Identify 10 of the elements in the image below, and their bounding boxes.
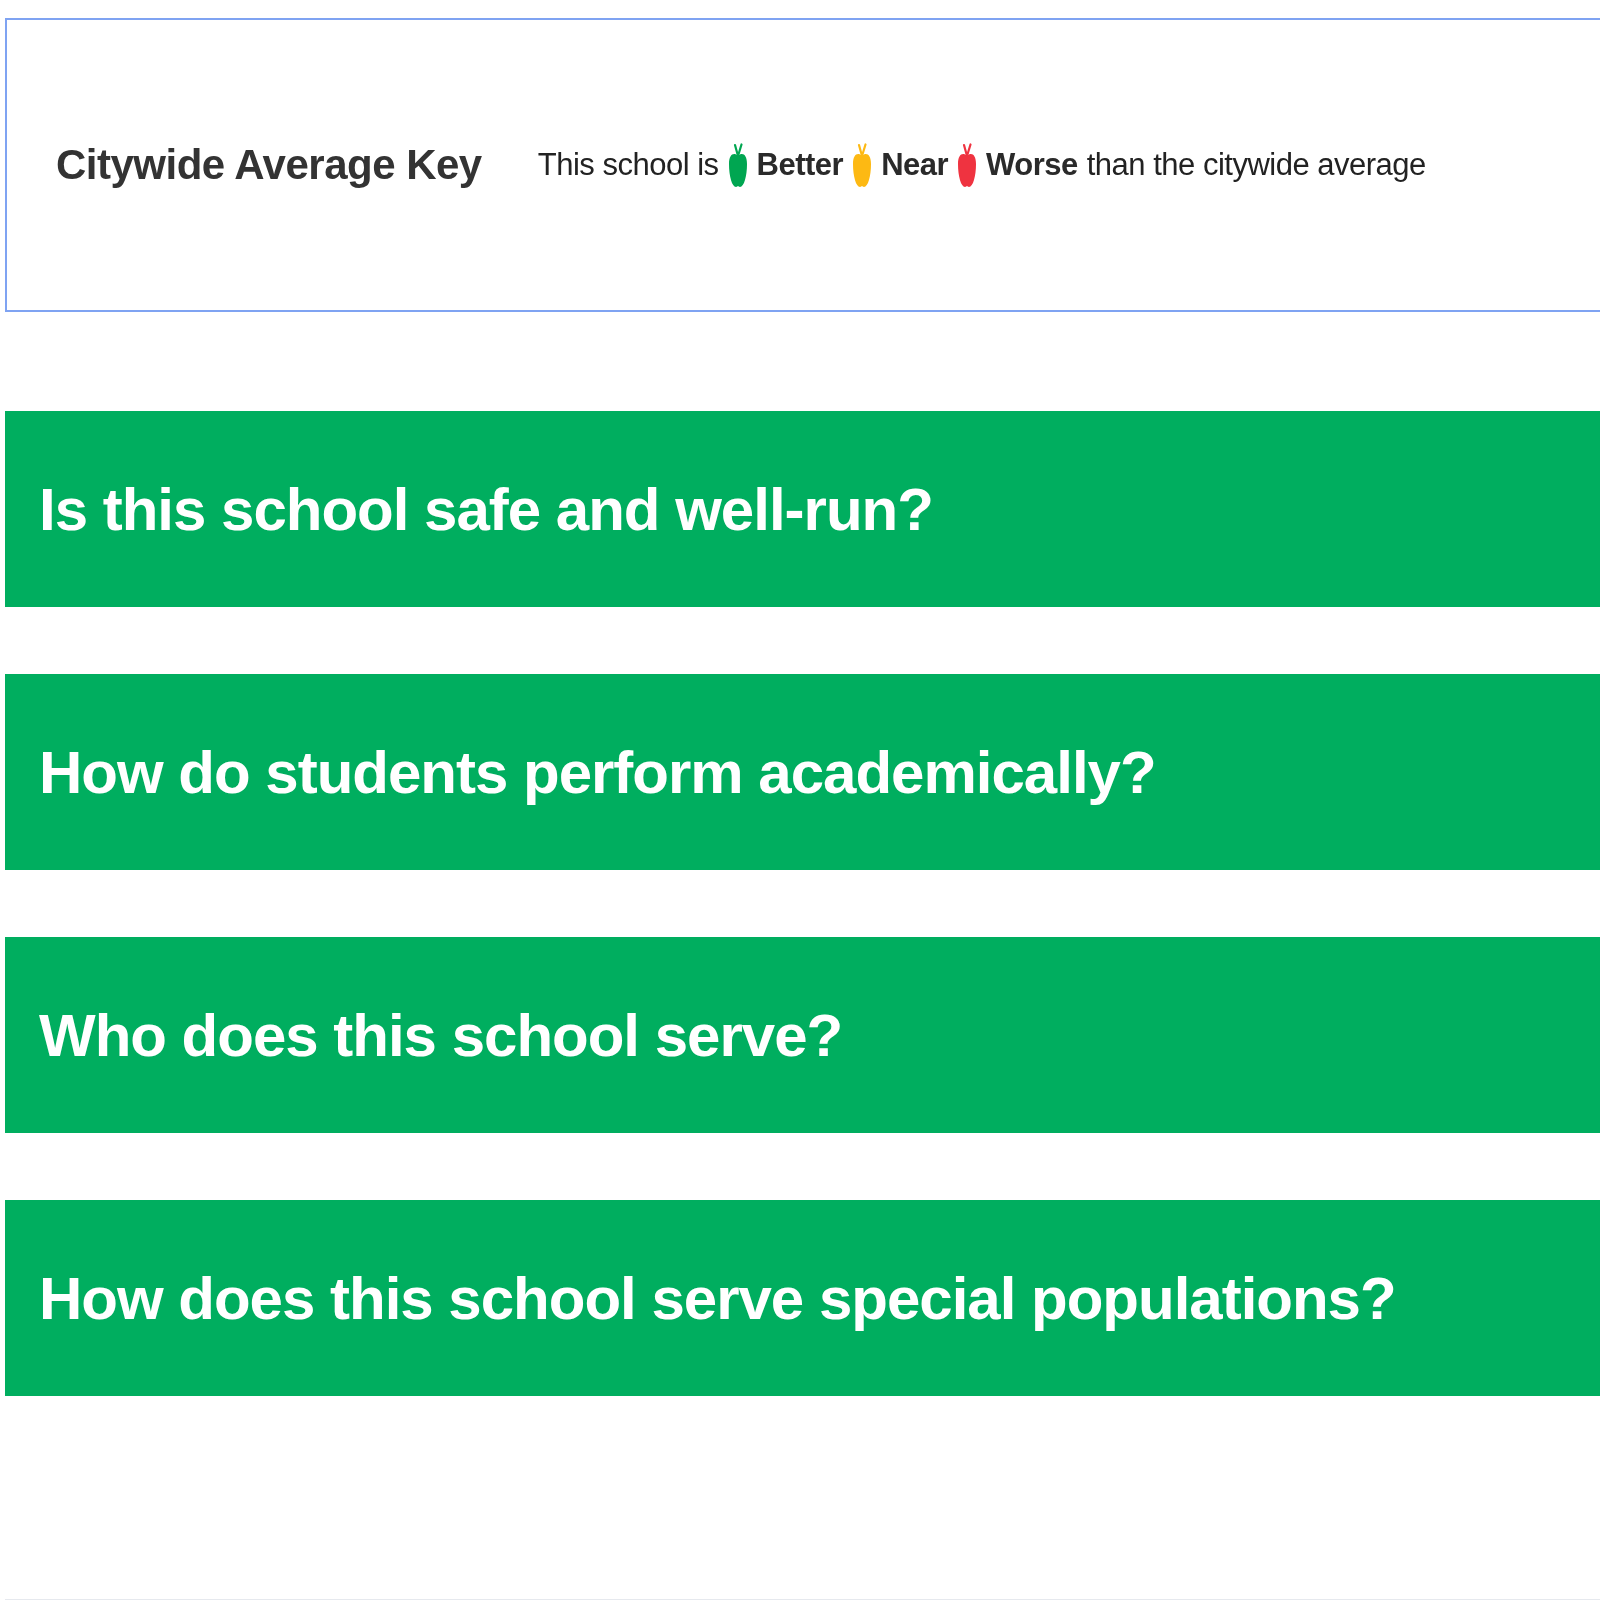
accordion-header[interactable]: Is this school safe and well-run? xyxy=(5,411,1600,607)
accordion-header[interactable]: Who does this school serve? xyxy=(5,937,1600,1133)
level-label: Worse xyxy=(986,147,1078,183)
level-label: Better xyxy=(756,147,844,183)
accordion-header[interactable]: How do students perform academically? xyxy=(5,674,1600,870)
key-title: Citywide Average Key xyxy=(56,141,482,189)
accordion-header[interactable]: How does this school serve special populations? xyxy=(5,1200,1600,1396)
key-outro-text: than the citywide average xyxy=(1086,147,1426,183)
key-intro-text: This school is xyxy=(537,147,719,183)
level-label: Near xyxy=(881,147,949,183)
